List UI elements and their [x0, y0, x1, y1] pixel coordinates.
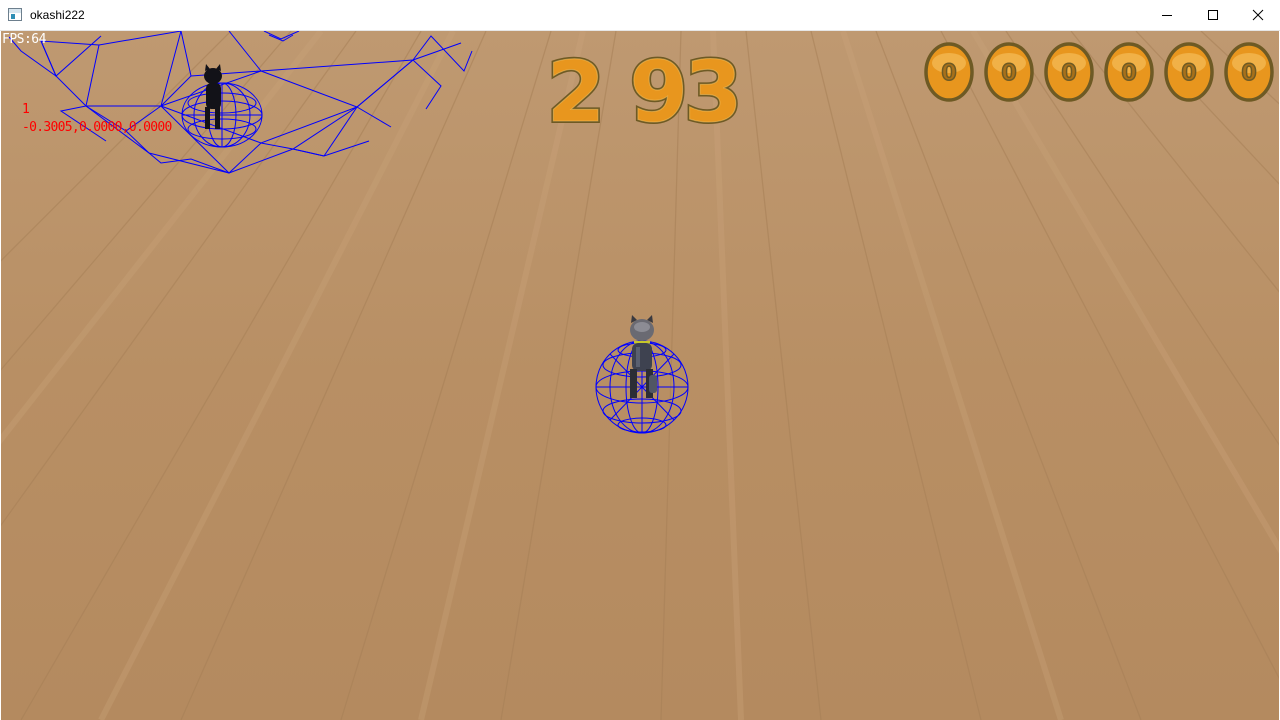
score-digit-text: 0: [1121, 61, 1136, 86]
score-digit: 0: [1164, 42, 1214, 102]
score-digit-text: 0: [941, 61, 956, 86]
fps-counter: FPS:64: [2, 32, 46, 47]
score-digit: 0: [984, 42, 1034, 102]
score-digit-text: 0: [1001, 61, 1016, 86]
timer-seconds: 93 93: [628, 51, 745, 131]
score-digit-text: 0: [1241, 61, 1256, 86]
score-display: 0 0 0 0 0 0: [921, 41, 1277, 103]
timer-minutes: 2 2: [545, 51, 607, 131]
game-window: okashi222 FPS:64 1 -0.3005,0.0000,0.0000…: [0, 0, 1280, 720]
timer-minutes-shine: 2: [547, 51, 605, 131]
minimize-button[interactable]: [1144, 0, 1190, 30]
game-viewport[interactable]: FPS:64 1 -0.3005,0.0000,0.0000 2 2 93 93…: [1, 31, 1279, 720]
score-digit-text: 0: [1061, 61, 1076, 86]
close-icon: [1252, 9, 1264, 21]
window-title: okashi222: [30, 8, 85, 22]
enemy-collision-sphere: [181, 82, 263, 148]
app-icon: [8, 8, 22, 21]
game-scene: [1, 31, 1279, 720]
debug-count: 1: [22, 102, 30, 117]
score-digit: 0: [1044, 42, 1094, 102]
maximize-button[interactable]: [1190, 0, 1236, 30]
score-digit: 0: [1104, 42, 1154, 102]
score-digit: 0: [1224, 42, 1274, 102]
debug-position: -0.3005,0.0000,0.0000: [22, 120, 172, 135]
minimize-icon: [1162, 15, 1172, 16]
timer-seconds-shine: 93: [630, 51, 739, 131]
maximize-icon: [1208, 10, 1218, 20]
title-bar[interactable]: okashi222: [0, 0, 1280, 31]
close-button[interactable]: [1235, 0, 1280, 30]
score-digit: 0: [924, 42, 974, 102]
score-digit-text: 0: [1181, 61, 1196, 86]
